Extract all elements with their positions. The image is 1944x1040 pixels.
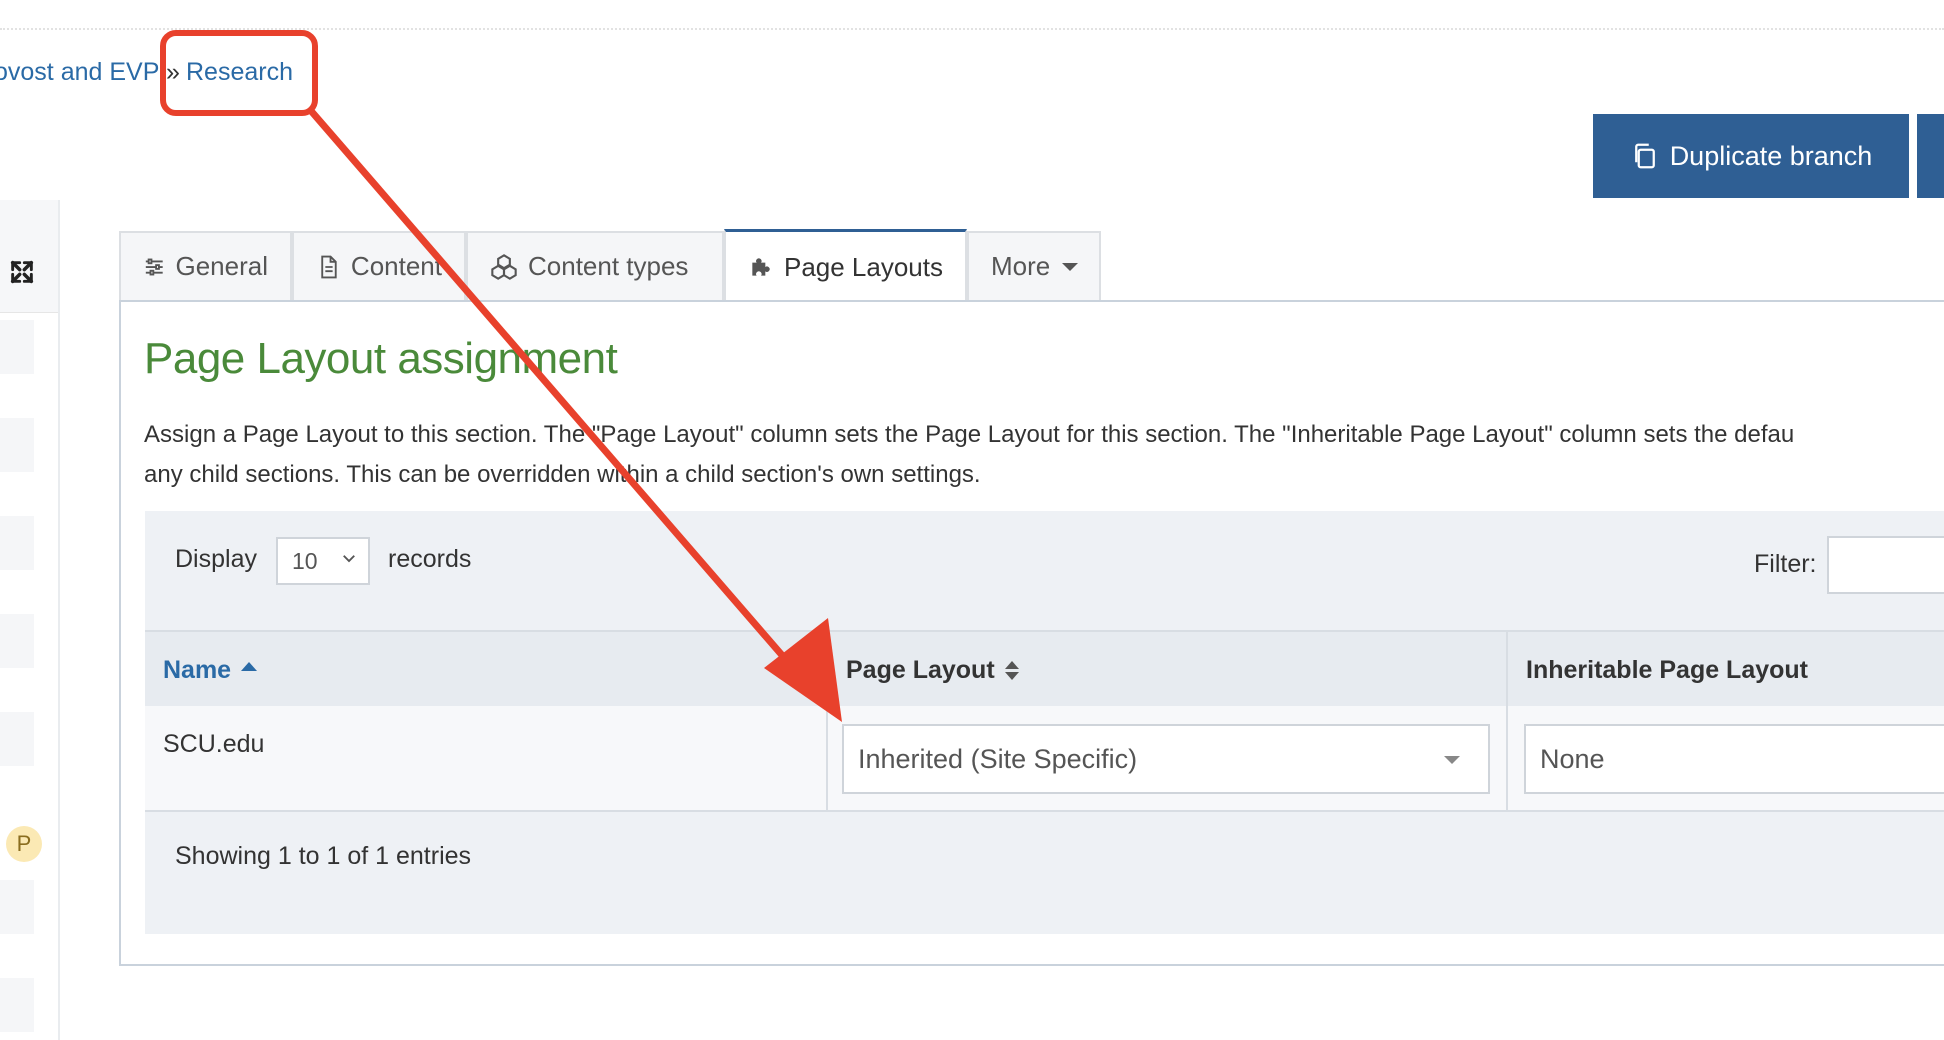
records-per-page-value: 10 — [292, 547, 318, 574]
filter-label: Filter: — [1754, 550, 1817, 578]
document-icon — [321, 255, 337, 278]
left-sidebar: P — [0, 200, 60, 1040]
table-info: Showing 1 to 1 of 1 entries — [175, 842, 472, 870]
tab-general[interactable]: General — [119, 231, 292, 300]
page-layout-select[interactable]: Inherited (Site Specific) — [842, 724, 1490, 794]
page-layout-select-value: Inherited (Site Specific) — [858, 743, 1138, 774]
display-label: Display — [175, 545, 257, 573]
column-header-name[interactable]: Name — [145, 632, 826, 708]
sidebar-badge: P — [6, 826, 42, 862]
expand-icon[interactable] — [8, 258, 36, 286]
panel-description: Assign a Page Layout to this section. Th… — [144, 415, 1944, 495]
tab-more[interactable]: More — [967, 231, 1101, 300]
next-action-button-edge[interactable] — [1917, 114, 1944, 198]
panel-description-line-1: Assign a Page Layout to this section. Th… — [144, 421, 1795, 448]
column-header-inheritable-page-layout: Inheritable Page Layout — [1506, 632, 1944, 708]
breadcrumb-link-parent[interactable]: ovost and EVP — [0, 58, 159, 87]
tab-content[interactable]: Content — [292, 231, 466, 300]
panel-description-line-2: any child sections. This can be overridd… — [144, 461, 981, 488]
cubes-icon — [491, 253, 517, 280]
tab-page-layouts[interactable]: Page Layouts — [724, 229, 967, 302]
caret-down-icon — [1062, 262, 1079, 271]
sidebar-row[interactable] — [0, 614, 34, 668]
dropdown-arrow-icon — [1444, 756, 1460, 764]
column-divider — [1506, 706, 1508, 810]
column-header-page-layout[interactable]: Page Layout — [826, 632, 1506, 708]
row-name: SCU.edu — [163, 730, 265, 758]
duplicate-branch-button[interactable]: Duplicate branch — [1593, 114, 1909, 198]
records-per-page-select[interactable]: 10 — [276, 537, 370, 585]
records-label: records — [388, 545, 472, 573]
sidebar-row[interactable] — [0, 712, 34, 766]
tab-general-label: General — [175, 251, 269, 281]
filter-input[interactable] — [1827, 536, 1944, 594]
duplicate-branch-label: Duplicate branch — [1669, 140, 1873, 171]
sidebar-row[interactable] — [0, 880, 34, 934]
sidebar-row[interactable] — [0, 978, 34, 1032]
tab-content-label: Content — [350, 251, 442, 281]
sidebar-row[interactable] — [0, 418, 34, 472]
sidebar-header — [0, 200, 58, 313]
column-divider — [826, 706, 828, 810]
table-header: Name Page Layout Inheritable Page Layout — [145, 630, 1944, 710]
column-header-name-label: Name — [163, 655, 232, 684]
copy-icon — [1634, 143, 1655, 169]
sort-icon — [1004, 660, 1019, 680]
column-header-inheritable-label: Inheritable Page Layout — [1526, 655, 1809, 684]
tab-content-types[interactable]: Content types — [466, 231, 724, 300]
sliders-icon — [145, 258, 163, 275]
sort-ascending-icon — [241, 661, 258, 671]
tab-page-layouts-label: Page Layouts — [783, 251, 943, 282]
sidebar-row[interactable] — [0, 516, 34, 570]
tab-content-types-label: Content types — [528, 251, 689, 281]
chevron-down-icon — [343, 555, 355, 563]
tab-more-label: More — [991, 251, 1051, 281]
table-row: SCU.edu Inherited (Site Specific) None — [145, 706, 1944, 812]
panel-title: Page Layout assignment — [144, 334, 618, 383]
sidebar-row[interactable] — [0, 320, 34, 374]
inheritable-page-layout-select[interactable]: None — [1524, 724, 1944, 794]
puzzle-icon — [752, 258, 770, 276]
inheritable-page-layout-select-value: None — [1540, 743, 1605, 774]
column-header-page-layout-label: Page Layout — [846, 655, 995, 684]
annotation-highlight-box — [160, 30, 318, 116]
